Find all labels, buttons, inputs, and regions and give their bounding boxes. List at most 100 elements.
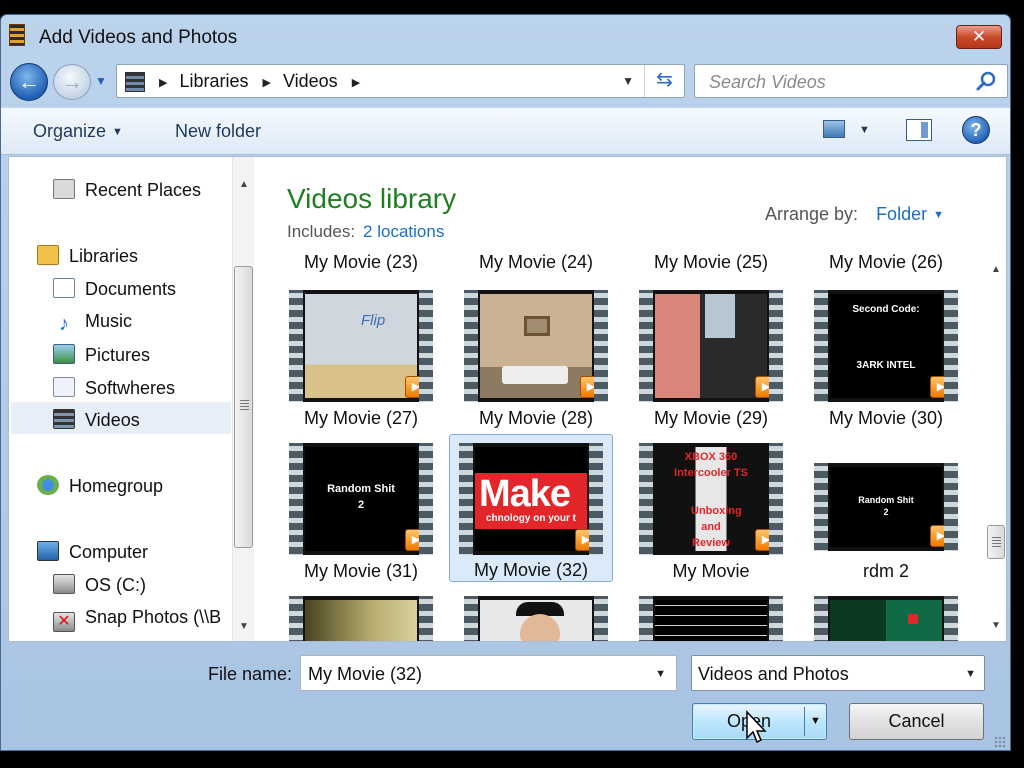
frame-text: chnology on your t (486, 513, 576, 524)
search-input[interactable]: Search Videos (709, 72, 826, 93)
video-thumbnail (639, 596, 783, 641)
breadcrumb-videos[interactable]: Videos (283, 71, 338, 92)
video-tile[interactable]: ▶ My Movie (28) (454, 284, 618, 432)
sidebar-item-snap-photos[interactable]: ✕ Snap Photos (\\B (53, 607, 221, 632)
resize-grip-icon[interactable] (994, 736, 1006, 748)
file-type-select[interactable]: Videos and Photos ▼ (691, 655, 985, 691)
video-tile[interactable]: Flip ▶ My Movie (27) (279, 284, 443, 432)
close-button[interactable]: ✕ (956, 25, 1002, 49)
refresh-icon[interactable]: ⇆ (644, 65, 684, 97)
sidebar-item-documents[interactable]: Documents (53, 278, 176, 300)
video-tile[interactable] (454, 590, 618, 641)
address-dropdown-icon[interactable]: ▼ (622, 74, 634, 88)
file-label[interactable]: My Movie (25) (629, 254, 793, 273)
homegroup-icon (37, 475, 59, 495)
help-icon[interactable]: ? (962, 116, 990, 144)
cancel-button[interactable]: Cancel (849, 703, 984, 740)
view-options-dropdown-icon[interactable]: ▼ (859, 124, 870, 136)
scroll-up-icon[interactable]: ▲ (991, 264, 1001, 275)
scroll-up-icon[interactable]: ▲ (239, 179, 249, 190)
thumbnail-frame (480, 294, 592, 398)
back-button[interactable]: ← (10, 63, 48, 101)
video-tile[interactable] (629, 590, 793, 641)
organize-button[interactable]: Organize ▼ (33, 121, 123, 142)
arrange-dropdown[interactable]: Folder (876, 204, 927, 224)
frame-text: Random Shit (327, 483, 395, 495)
sidebar-item-pictures[interactable]: Pictures (53, 344, 150, 366)
file-name-dropdown-icon[interactable]: ▼ (655, 668, 666, 680)
video-tile[interactable]: ▶ My Movie (29) (629, 284, 793, 432)
search-box[interactable]: Search Videos (694, 64, 1008, 98)
scroll-down-icon[interactable]: ▼ (991, 620, 1001, 631)
sidebar-scroll-thumb[interactable] (234, 266, 253, 548)
frame-text: Second Code: (852, 304, 920, 315)
file-name-input[interactable]: My Movie (32) ▼ (300, 655, 677, 691)
file-label[interactable]: My Movie (24) (454, 254, 618, 273)
play-icon: ▶ (930, 525, 952, 547)
breadcrumb-separator-icon[interactable]: ▶ (352, 76, 360, 92)
frame-text: XBOX 360 (684, 451, 738, 463)
video-tile[interactable]: Second Code: 3ARK INTEL ▶ My Movie (30) (804, 284, 968, 432)
locations-link[interactable]: 2 locations (363, 222, 444, 241)
sidebar-item-recent-places[interactable]: Recent Places (53, 179, 201, 201)
file-type-dropdown-icon[interactable]: ▼ (965, 668, 976, 680)
video-tile[interactable] (279, 590, 443, 641)
mouse-pointer-icon (746, 710, 767, 744)
grip-icon (240, 400, 249, 412)
file-name-value[interactable]: My Movie (32) (308, 664, 422, 685)
video-tile-selected[interactable]: Make chnology on your t ▶ My Movie (32) (449, 434, 613, 582)
thumbnail-frame (655, 600, 767, 641)
drive-icon (53, 574, 75, 594)
search-icon[interactable] (975, 70, 997, 92)
file-type-value[interactable]: Videos and Photos (698, 664, 849, 685)
sidebar-item-music[interactable]: ♪ Music (53, 311, 132, 335)
frame-text: 2 (883, 507, 889, 517)
sidebar-item-softwheres[interactable]: Softwheres (53, 377, 175, 399)
file-list-scrollbar[interactable]: ▲ ▼ (986, 254, 1006, 641)
sidebar-item-computer[interactable]: Computer (37, 541, 148, 563)
sidebar-item-videos[interactable]: Videos (11, 402, 231, 434)
sidebar-scrollbar[interactable]: ▲ ▼ (232, 157, 254, 641)
videos-library-icon (125, 72, 145, 92)
sidebar-item-os-drive[interactable]: OS (C:) (53, 574, 146, 596)
video-tile[interactable] (804, 590, 968, 641)
video-tile[interactable]: Random Shit 2 ▶ My Movie (31) (279, 437, 443, 585)
breadcrumb-libraries[interactable]: Libraries (179, 71, 248, 92)
file-label[interactable]: My Movie (26) (804, 254, 968, 273)
file-label[interactable]: My Movie (23) (279, 254, 443, 273)
sidebar-item-homegroup[interactable]: Homegroup (37, 475, 163, 497)
chevron-down-icon[interactable]: ▼ (933, 209, 944, 221)
dialog-window: Add Videos and Photos ✕ ← → ▼ ▶ Librarie… (0, 14, 1011, 751)
file-list-pane: Videos library Includes: 2 locations Arra… (259, 157, 1006, 641)
forward-button[interactable]: → (53, 64, 91, 100)
video-thumbnail (289, 596, 433, 641)
red-mark-shape (908, 614, 918, 624)
thumbnail-frame: Random Shit 2 (830, 467, 942, 547)
chevron-down-icon: ▼ (112, 126, 123, 138)
preview-pane-icon[interactable] (906, 119, 932, 141)
sidebar-item-label: Documents (85, 279, 177, 299)
new-folder-button[interactable]: New folder (175, 121, 261, 142)
breadcrumb-separator-icon[interactable]: ▶ (263, 76, 271, 92)
computer-icon (37, 541, 59, 561)
sidebar-item-label: Videos (85, 410, 140, 430)
recent-places-icon (53, 179, 75, 199)
frame-text: Flip (361, 312, 386, 329)
history-dropdown-icon[interactable]: ▼ (95, 74, 107, 88)
video-tile[interactable]: Random Shit 2 ▶ rdm 2 (804, 437, 968, 585)
scroll-down-icon[interactable]: ▼ (239, 621, 249, 632)
library-icon (53, 377, 75, 397)
video-thumbnail: ▶ (639, 290, 783, 402)
video-tile[interactable]: XBOX 360 Intercooler TS Unboxing and Rev… (629, 437, 793, 585)
file-label: My Movie (31) (303, 561, 419, 581)
file-list-scroll-thumb[interactable] (987, 525, 1005, 559)
play-icon: ▶ (580, 376, 602, 398)
window-shape (705, 294, 735, 338)
sidebar-item-libraries[interactable]: Libraries (37, 245, 138, 267)
change-view-icon[interactable] (823, 120, 845, 138)
breadcrumb-separator-icon[interactable]: ▶ (159, 76, 167, 92)
open-options-dropdown-icon[interactable]: ▼ (804, 707, 826, 736)
film-icon (9, 24, 25, 46)
pictures-icon (53, 344, 75, 364)
address-bar[interactable]: ▶ Libraries ▶ Videos ▶ ▼ ⇆ (116, 64, 685, 98)
